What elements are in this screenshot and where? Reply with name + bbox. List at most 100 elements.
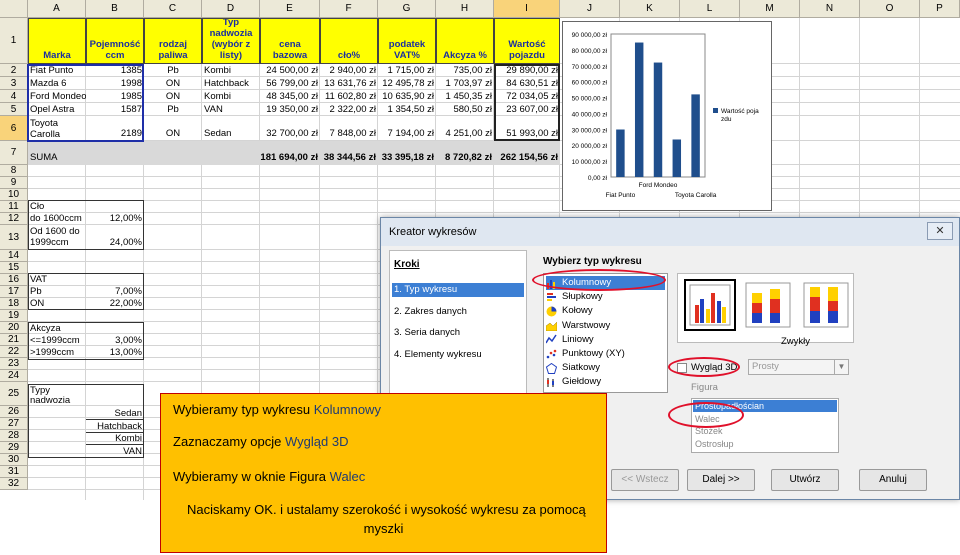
akcyza-r1-label[interactable]: <=1999ccm [28, 334, 86, 346]
column-header-k[interactable]: K [620, 0, 680, 18]
column-header-e[interactable]: E [260, 0, 320, 18]
chart-type-6[interactable]: Siatkowy [546, 361, 665, 375]
chart-type-5[interactable]: Punktowy (XY) [546, 347, 665, 361]
car-2-typ[interactable]: Kombi [202, 90, 260, 103]
suma-cena[interactable]: 181 694,00 zł [260, 150, 320, 164]
row-header-28[interactable]: 28 [0, 430, 28, 442]
car-3-clo[interactable]: 2 322,00 zł [320, 103, 378, 116]
column-header-a[interactable]: A [28, 0, 86, 18]
vat-r1-label[interactable]: Pb [28, 285, 86, 297]
column-header-l[interactable]: L [680, 0, 740, 18]
suma-clo[interactable]: 38 344,56 zł [320, 150, 378, 164]
cancel-button[interactable]: Anuluj [859, 469, 927, 491]
car-1-paliwo[interactable]: ON [144, 77, 202, 90]
header-akcyza[interactable]: Akcyza % [436, 18, 494, 64]
car-4-paliwo[interactable]: ON [144, 127, 202, 140]
car-4-vat[interactable]: 7 194,00 zł [378, 127, 436, 140]
row-header-31[interactable]: 31 [0, 466, 28, 478]
car-0-akcyza[interactable]: 735,00 zł [436, 64, 494, 77]
step-item-3[interactable]: 3. Seria danych [392, 326, 524, 340]
figura-item-3[interactable]: Ostrosłup [693, 438, 837, 450]
chart-type-1[interactable]: Słupkowy [546, 290, 665, 304]
car-4-akcyza[interactable]: 4 251,00 zł [436, 127, 494, 140]
car-2-akcyza[interactable]: 1 450,35 zł [436, 90, 494, 103]
car-1-akcyza[interactable]: 1 703,97 zł [436, 77, 494, 90]
row-header-21[interactable]: 21 [0, 334, 28, 346]
car-1-typ[interactable]: Hatchback [202, 77, 260, 90]
chevron-down-icon[interactable]: ▼ [834, 360, 848, 374]
row-header-8[interactable]: 8 [0, 165, 28, 177]
akcyza-r2-val[interactable]: 13,00% [86, 346, 144, 358]
row-header-26[interactable]: 26 [0, 406, 28, 418]
typy-title[interactable]: Typy nadwozia [28, 384, 86, 408]
row-header-25[interactable]: 25 [0, 382, 28, 406]
column-header-g[interactable]: G [378, 0, 436, 18]
row-header-2[interactable]: 2 [0, 64, 28, 77]
row-header-13[interactable]: 13 [0, 225, 28, 250]
vat-title[interactable]: VAT [28, 273, 86, 285]
car-1-cena[interactable]: 56 799,00 zł [260, 77, 320, 90]
car-2-paliwo[interactable]: ON [144, 90, 202, 103]
car-4-clo[interactable]: 7 848,00 zł [320, 127, 378, 140]
suma-wartosc[interactable]: 262 154,56 zł [494, 150, 560, 164]
finish-button[interactable]: Utwórz [771, 469, 839, 491]
dialog-titlebar[interactable]: Kreator wykresów ✕ [381, 218, 959, 246]
clo-r2-val[interactable]: 24,00% [86, 236, 144, 248]
chart-type-2[interactable]: Kołowy [546, 304, 665, 318]
column-header-p[interactable]: P [920, 0, 960, 18]
car-2-clo[interactable]: 11 602,80 zł [320, 90, 378, 103]
row-header-12[interactable]: 12 [0, 213, 28, 225]
step-item-1[interactable]: 1. Typ wykresu [392, 283, 524, 297]
car-2-vat[interactable]: 10 635,90 zł [378, 90, 436, 103]
row-header-7[interactable]: 7 [0, 141, 28, 165]
step-item-2[interactable]: 2. Zakres danych [392, 305, 524, 319]
column-header-o[interactable]: O [860, 0, 920, 18]
back-button[interactable]: << Wstecz [611, 469, 679, 491]
subtype-normal[interactable] [684, 279, 736, 331]
typy-item[interactable]: VAN [86, 446, 144, 458]
next-button[interactable]: Dalej >> [687, 469, 755, 491]
row-header-22[interactable]: 22 [0, 346, 28, 358]
column-chart[interactable]: 0,00 zł 10 000,00 zł 20 000,00 zł 30 000,00… [562, 21, 772, 211]
row-header-24[interactable]: 24 [0, 370, 28, 382]
header-cena-bazowa[interactable]: cena bazowa [260, 18, 320, 64]
header-clo[interactable]: cło% [320, 18, 378, 64]
view3d-combo[interactable]: Prosty ▼ [748, 359, 849, 375]
header-podatek-vat[interactable]: podatek VAT% [378, 18, 436, 64]
column-header-b[interactable]: B [86, 0, 144, 18]
row-header-3[interactable]: 3 [0, 77, 28, 90]
header-pojemnosc[interactable]: Pojemność ccm [86, 18, 144, 64]
row-header-23[interactable]: 23 [0, 358, 28, 370]
column-header-n[interactable]: N [800, 0, 860, 18]
step-item-4[interactable]: 4. Elementy wykresu [392, 348, 524, 362]
row-header-30[interactable]: 30 [0, 454, 28, 466]
column-header-f[interactable]: F [320, 0, 378, 18]
row-header-4[interactable]: 4 [0, 90, 28, 103]
car-4-cena[interactable]: 32 700,00 zł [260, 127, 320, 140]
row-header-1[interactable]: 1 [0, 18, 28, 64]
car-0-clo[interactable]: 2 940,00 zł [320, 64, 378, 77]
car-4-typ[interactable]: Sedan [202, 127, 260, 140]
column-header-j[interactable]: J [560, 0, 620, 18]
column-header-c[interactable]: C [144, 0, 202, 18]
chart-type-3[interactable]: Warstwowy [546, 319, 665, 333]
clo-r1-label[interactable]: do 1600ccm [28, 212, 86, 224]
suma-akcyza[interactable]: 8 720,82 zł [436, 150, 494, 164]
chart-type-7[interactable]: Giełdowy [546, 375, 665, 389]
akcyza-title[interactable]: Akcyza [28, 322, 86, 334]
vat-r2-label[interactable]: ON [28, 297, 86, 309]
clo-r1-val[interactable]: 12,00% [86, 212, 144, 224]
car-0-vat[interactable]: 1 715,00 zł [378, 64, 436, 77]
akcyza-r1-val[interactable]: 3,00% [86, 334, 144, 346]
row-header-20[interactable]: 20 [0, 322, 28, 334]
subtype-stacked[interactable] [742, 279, 794, 331]
column-header-m[interactable]: M [740, 0, 800, 18]
row-header-6[interactable]: 6 [0, 116, 28, 141]
car-0-cena[interactable]: 24 500,00 zł [260, 64, 320, 77]
car-2-cena[interactable]: 48 345,00 zł [260, 90, 320, 103]
close-icon[interactable]: ✕ [927, 222, 953, 240]
header-marka[interactable]: Marka [28, 18, 86, 64]
car-3-typ[interactable]: VAN [202, 103, 260, 116]
clo-title[interactable]: Cło [28, 200, 86, 212]
header-rodzaj-paliwa[interactable]: rodzaj paliwa [144, 18, 202, 64]
